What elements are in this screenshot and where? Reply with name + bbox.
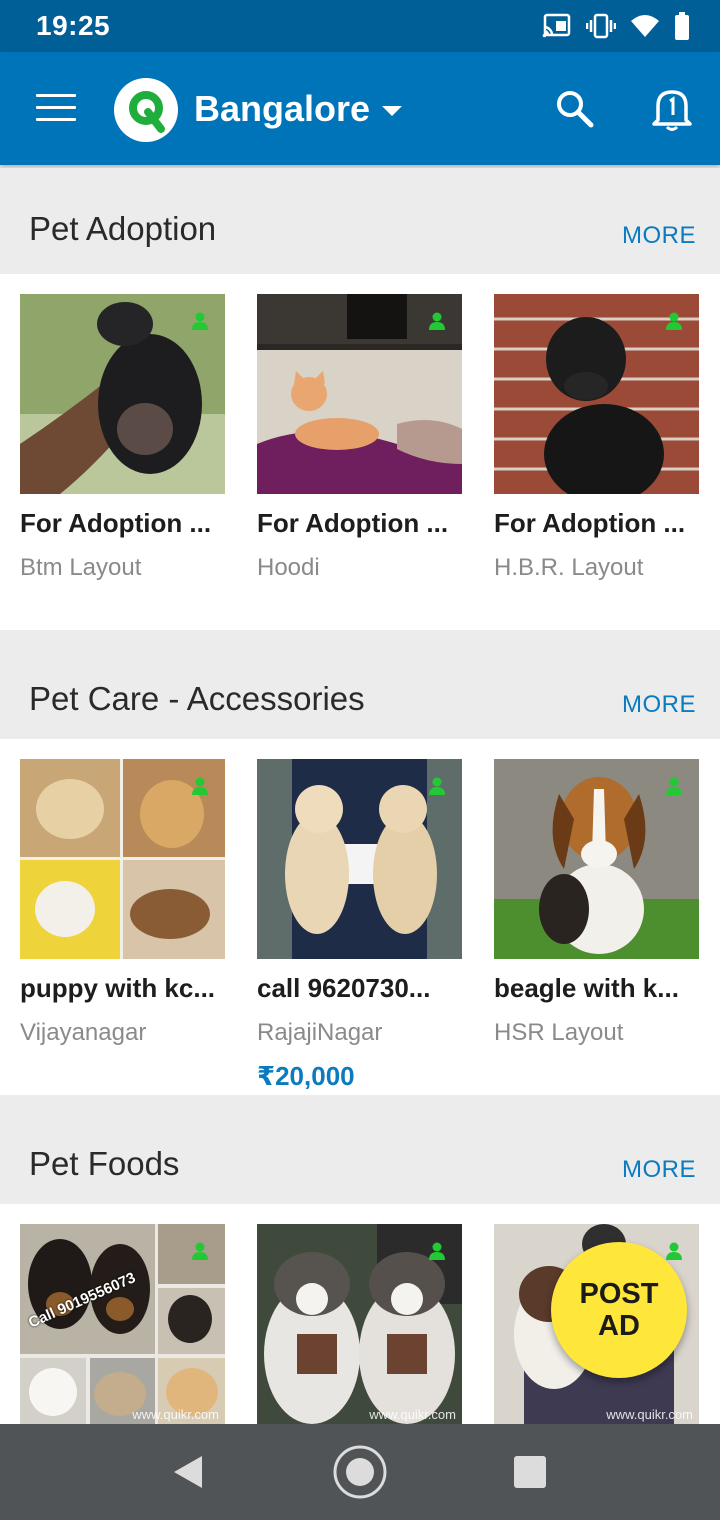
vibrate-icon [586,13,616,39]
more-link[interactable]: MORE [622,222,696,250]
post-ad-button[interactable]: POST AD [551,1242,687,1378]
post-ad-label-line1: POST [579,1278,659,1310]
section-title: Pet Care - Accessories [29,680,365,717]
listing-thumbnail: www.quikr.com [257,1224,462,1424]
listing-location: Hoodi [257,554,320,581]
dropdown-caret-icon [382,106,403,116]
quikr-logo [114,78,178,142]
app-bar: Bangalore [0,52,720,165]
section-header-pet-adoption: Pet Adoption MORE [0,168,720,276]
status-icons [542,12,690,40]
battery-icon [675,12,689,40]
section-body-pet-care-accessories: puppy with kc... Vijayanagar call 962073… [0,739,720,1095]
listing-title: For Adoption ... [257,508,449,538]
section-body-pet-adoption: For Adoption ... Btm Layout For Adoption… [0,274,720,630]
home-circle-icon[interactable] [332,1444,388,1500]
listing-title: For Adoption ... [20,508,212,538]
listing-card[interactable]: For Adoption ... Hoodi [257,294,462,582]
section-header-pet-care-accessories: Pet Care - Accessories MORE [0,630,720,738]
listing-thumbnail [20,759,225,959]
listing-card[interactable]: Call 9019556073 www.quikr.com [20,1224,225,1424]
listing-title: beagle with k... [494,973,679,1003]
status-bar: 19:25 [0,0,720,52]
more-link[interactable]: MORE [622,1156,696,1184]
recents-square-icon[interactable] [514,1456,546,1488]
listing-card[interactable]: puppy with kc... Vijayanagar [20,759,225,1047]
listing-card[interactable]: www.quikr.com [257,1224,462,1424]
more-link[interactable]: MORE [622,691,696,719]
verified-user-icon [666,312,682,330]
listing-card[interactable]: For Adoption ... H.B.R. Layout [494,294,699,582]
city-selector[interactable]: Bangalore [194,88,403,130]
section-title: Pet Foods [29,1145,180,1182]
logo-q-icon [129,91,165,133]
section-title: Pet Adoption [29,210,217,247]
listing-card[interactable]: call 9620730... RajajiNagar ₹20,000 [257,759,462,1092]
listing-location: RajajiNagar [257,1019,383,1046]
listing-card[interactable]: beagle with k... HSR Layout [494,759,699,1047]
listing-thumbnail [257,294,462,494]
city-label: Bangalore [194,88,371,129]
listing-title: call 9620730... [257,973,431,1003]
verified-user-icon [429,312,445,330]
listing-thumbnail [20,294,225,494]
listing-thumbnail [494,294,699,494]
verified-user-icon [192,777,208,795]
photo-site-watermark: www.quikr.com [606,1407,693,1422]
listing-location: H.B.R. Layout [494,554,644,581]
listing-thumbnail [257,759,462,959]
post-ad-label-line2: AD [598,1310,640,1342]
verified-user-icon [429,777,445,795]
wifi-icon [631,15,659,37]
listing-card[interactable]: For Adoption ... Btm Layout [20,294,225,582]
listing-thumbnail: Call 9019556073 www.quikr.com [20,1224,225,1424]
listing-price: ₹20,000 [257,1061,355,1091]
photo-site-watermark: www.quikr.com [132,1407,219,1422]
listing-location: Btm Layout [20,554,142,581]
listing-location: HSR Layout [494,1019,624,1046]
verified-user-icon [666,1242,682,1260]
verified-user-icon [429,1242,445,1260]
verified-user-icon [666,777,682,795]
status-time: 19:25 [36,10,111,41]
back-triangle-icon[interactable] [172,1454,204,1490]
listing-thumbnail [494,759,699,959]
bell-icon[interactable] [650,86,694,132]
listing-location: Vijayanagar [20,1019,147,1046]
verified-user-icon [192,312,208,330]
photo-site-watermark: www.quikr.com [369,1407,456,1422]
cast-icon [542,13,571,38]
listing-title: For Adoption ... [494,508,686,538]
hamburger-menu-icon[interactable] [36,94,76,124]
system-nav-bar [0,1424,720,1520]
section-header-pet-foods: Pet Foods MORE [0,1095,720,1203]
listing-title: puppy with kc... [20,973,216,1003]
verified-user-icon [192,1242,208,1260]
search-icon[interactable] [554,88,596,130]
